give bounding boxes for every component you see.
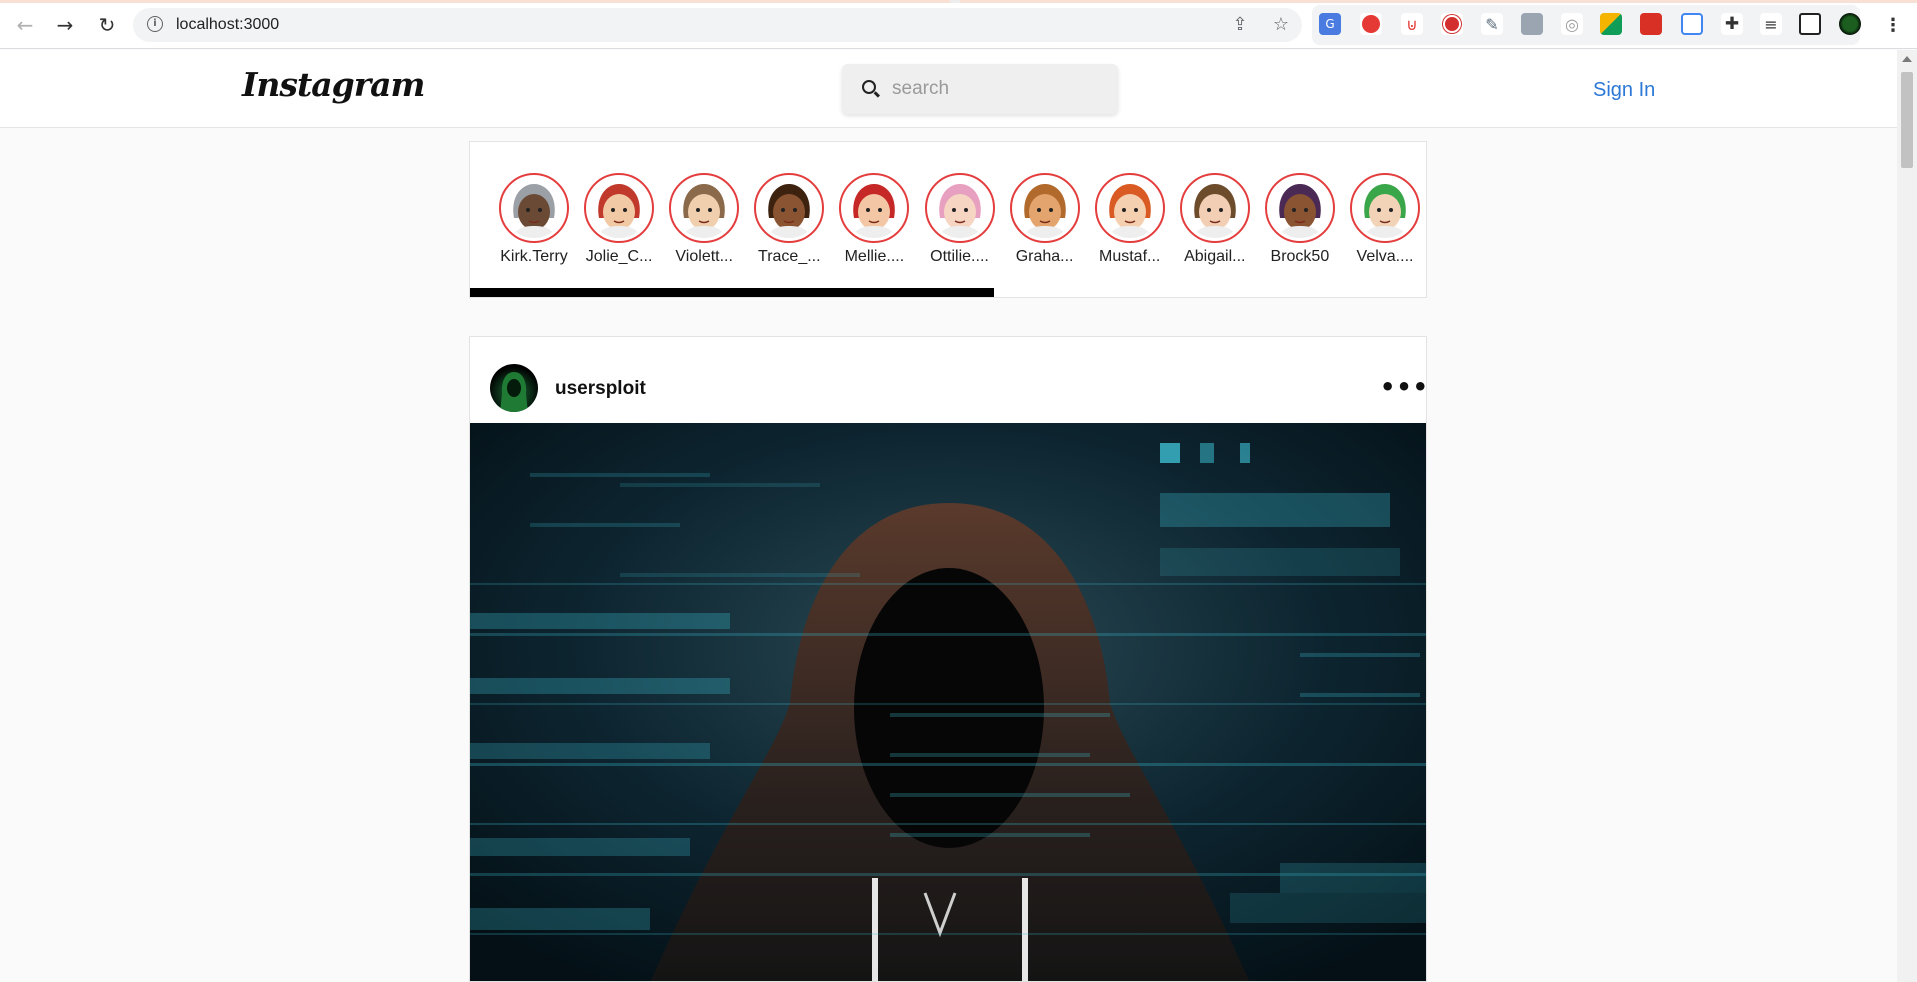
reload-icon[interactable]: ↻ bbox=[94, 12, 120, 38]
site-info-icon[interactable]: i bbox=[147, 16, 163, 32]
stories-scrollbar-thumb[interactable] bbox=[470, 288, 994, 297]
profile-avatar-icon[interactable] bbox=[1839, 13, 1861, 35]
post-username[interactable]: usersploit bbox=[555, 378, 646, 400]
adblock-icon[interactable] bbox=[1443, 15, 1461, 33]
document-icon[interactable] bbox=[1681, 13, 1703, 35]
story-ring[interactable] bbox=[1009, 173, 1080, 243]
instagram-logo[interactable]: Instagram bbox=[242, 65, 425, 104]
search-icon bbox=[862, 80, 876, 94]
stories-scrollbar[interactable] bbox=[470, 288, 1426, 297]
squares-icon[interactable] bbox=[1600, 13, 1622, 35]
browser-toolbar: ← → ↻ i localhost:3000 ⇪ ☆ G ⊍ ✎ ◎ ✚ ≡ ⋮ bbox=[0, 0, 1917, 49]
story-item[interactable]: Velva.... bbox=[1346, 173, 1424, 266]
story-item[interactable]: Graha... bbox=[1006, 173, 1084, 266]
scrollbar-thumb[interactable] bbox=[1901, 72, 1913, 168]
story-avatar bbox=[1014, 178, 1075, 238]
story-username[interactable]: Velva.... bbox=[1346, 248, 1424, 266]
story-avatar bbox=[1269, 178, 1330, 238]
back-icon[interactable]: ← bbox=[12, 12, 38, 38]
story-ring[interactable] bbox=[1094, 173, 1165, 243]
search-input[interactable] bbox=[892, 76, 1102, 102]
story-username[interactable]: Kirk.Terry bbox=[495, 248, 573, 266]
translate-icon[interactable]: G bbox=[1319, 13, 1341, 35]
story-avatar bbox=[504, 178, 564, 238]
app-header: Instagram Sign In bbox=[0, 50, 1897, 128]
post-image[interactable] bbox=[470, 423, 1426, 981]
story-username[interactable]: Trace_... bbox=[750, 248, 828, 266]
page-scrollbar[interactable] bbox=[1897, 50, 1917, 982]
hacker-hoodie-image bbox=[470, 423, 1426, 981]
story-avatar bbox=[589, 178, 650, 238]
paint-icon[interactable] bbox=[1640, 13, 1662, 35]
story-item[interactable]: Kirk.Terry bbox=[495, 173, 573, 266]
story-ring[interactable] bbox=[1179, 173, 1250, 243]
story-item[interactable]: Ottilie.... bbox=[921, 173, 999, 266]
sidepanel-icon[interactable] bbox=[1799, 13, 1821, 35]
address-bar[interactable]: i localhost:3000 ⇪ ☆ bbox=[133, 8, 1302, 42]
chrome-circle-icon[interactable]: ◎ bbox=[1561, 13, 1583, 35]
bookmark-star-icon[interactable]: ☆ bbox=[1270, 14, 1292, 36]
story-ring[interactable] bbox=[839, 173, 910, 243]
story-username[interactable]: Abigail... bbox=[1176, 248, 1254, 266]
story-item[interactable]: Violett... bbox=[665, 173, 743, 266]
story-item[interactable]: Mellie.... bbox=[835, 173, 913, 266]
story-username[interactable]: Mustaf... bbox=[1091, 248, 1169, 266]
media-playlist-icon[interactable]: ≡ bbox=[1760, 13, 1782, 35]
story-ring[interactable] bbox=[754, 173, 825, 243]
search-box[interactable] bbox=[842, 64, 1118, 114]
story-ring[interactable] bbox=[1350, 173, 1420, 243]
more-options-icon[interactable]: ••• bbox=[1380, 373, 1426, 401]
story-username[interactable]: Violett... bbox=[665, 248, 743, 266]
eyedropper-icon[interactable]: ✎ bbox=[1481, 13, 1503, 35]
hooded-figure-icon bbox=[500, 372, 528, 412]
story-ring[interactable] bbox=[1264, 173, 1335, 243]
red-shield-icon[interactable] bbox=[1362, 15, 1380, 33]
story-avatar bbox=[929, 178, 990, 238]
story-username[interactable]: Mellie.... bbox=[835, 248, 913, 266]
forward-icon[interactable]: → bbox=[52, 12, 78, 38]
story-ring[interactable] bbox=[584, 173, 655, 243]
story-avatar bbox=[759, 178, 820, 238]
photo-icon[interactable] bbox=[1521, 13, 1543, 35]
story-avatar bbox=[1355, 178, 1415, 238]
story-item[interactable]: Abigail... bbox=[1176, 173, 1254, 266]
story-username[interactable]: Ottilie.... bbox=[921, 248, 999, 266]
puzzle-icon[interactable]: ✚ bbox=[1721, 13, 1743, 35]
sign-in-link[interactable]: Sign In bbox=[1593, 79, 1655, 102]
stories-bar: Kirk.Terry Jolie_C... Violett... Trace_... M… bbox=[469, 141, 1427, 298]
story-avatar bbox=[844, 178, 905, 238]
pocket-icon[interactable]: ⊍ bbox=[1401, 13, 1423, 35]
story-username[interactable]: Jolie_C... bbox=[580, 248, 658, 266]
story-username[interactable]: Graha... bbox=[1006, 248, 1084, 266]
story-avatar bbox=[1099, 178, 1160, 238]
story-ring[interactable] bbox=[499, 173, 569, 243]
story-avatar bbox=[1184, 178, 1245, 238]
share-icon[interactable]: ⇪ bbox=[1229, 14, 1251, 36]
story-item[interactable]: Jolie_C... bbox=[580, 173, 658, 266]
story-username[interactable]: Brock50 bbox=[1261, 248, 1339, 266]
post-avatar[interactable] bbox=[490, 364, 538, 412]
story-avatar bbox=[674, 178, 735, 238]
story-ring[interactable] bbox=[924, 173, 995, 243]
browser-menu-icon[interactable]: ⋮ bbox=[1880, 12, 1906, 38]
tab-strip-edge bbox=[0, 0, 1917, 3]
story-item[interactable]: Trace_... bbox=[750, 173, 828, 266]
story-item[interactable]: Brock50 bbox=[1261, 173, 1339, 266]
story-item[interactable]: Mustaf... bbox=[1091, 173, 1169, 266]
post-card: usersploit ••• bbox=[469, 336, 1427, 982]
story-ring[interactable] bbox=[669, 173, 740, 243]
url-text[interactable]: localhost:3000 bbox=[176, 16, 279, 34]
scroll-up-arrow-icon[interactable] bbox=[1902, 56, 1912, 62]
